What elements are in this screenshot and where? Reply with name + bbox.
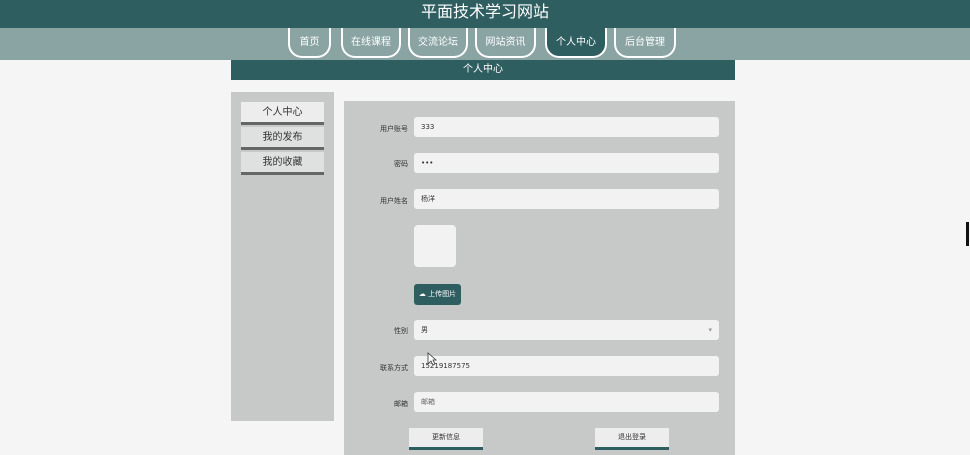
upload-image-label: 上传图片 (428, 290, 457, 298)
gender-label: 性别 (394, 327, 408, 335)
site-title: 平面技术学习网站 (420, 2, 549, 21)
upload-image-button[interactable]: ☁ 上传图片 (414, 284, 461, 305)
update-info-button[interactable]: 更新信息 (409, 428, 483, 450)
sidebar-item-personal-center[interactable]: 个人中心 (241, 102, 324, 125)
sidebar-item-my-posts[interactable]: 我的发布 (241, 127, 324, 150)
chevron-down-icon: ▾ (708, 326, 712, 334)
sidebar: 个人中心 我的发布 我的收藏 (231, 92, 334, 421)
nav-item-personal-center[interactable]: 个人中心 (545, 28, 607, 58)
sidebar-item-my-favorites[interactable]: 我的收藏 (241, 152, 324, 175)
phone-label: 联系方式 (380, 364, 408, 372)
account-label: 用户账号 (380, 125, 408, 133)
gender-value: 男 (421, 326, 428, 334)
nav-item-courses[interactable]: 在线课程 (341, 28, 401, 58)
avatar-preview (414, 225, 456, 267)
nav-item-admin[interactable]: 后台管理 (614, 28, 676, 58)
password-label: 密码 (394, 160, 408, 168)
site-header: 平面技术学习网站 (0, 0, 970, 28)
section-title-bar: 个人中心 (231, 60, 735, 80)
password-input[interactable]: ••• (414, 153, 719, 173)
name-input[interactable]: 杨洋 (414, 189, 719, 209)
mouse-cursor-icon (427, 352, 437, 366)
email-input[interactable]: 邮箱 (414, 392, 719, 412)
account-input[interactable]: 333 (414, 117, 719, 137)
cloud-upload-icon: ☁ (418, 290, 426, 298)
section-title: 个人中心 (463, 64, 503, 75)
gender-select[interactable]: 男 ▾ (414, 320, 719, 340)
logout-button[interactable]: 退出登录 (595, 428, 669, 450)
phone-input[interactable]: 15219187575 (414, 356, 719, 376)
email-label: 邮箱 (394, 400, 408, 408)
main-nav: 首页 在线课程 交流论坛 网站资讯 个人中心 后台管理 (0, 28, 970, 60)
edge-mark (966, 222, 969, 246)
nav-item-forum[interactable]: 交流论坛 (408, 28, 468, 58)
profile-form-panel: 用户账号 333 密码 ••• 用户姓名 杨洋 ☁ 上传图片 性别 男 ▾ 联系… (344, 101, 735, 455)
name-label: 用户姓名 (380, 197, 408, 205)
nav-item-news[interactable]: 网站资讯 (475, 28, 536, 58)
nav-item-home[interactable]: 首页 (288, 28, 331, 58)
